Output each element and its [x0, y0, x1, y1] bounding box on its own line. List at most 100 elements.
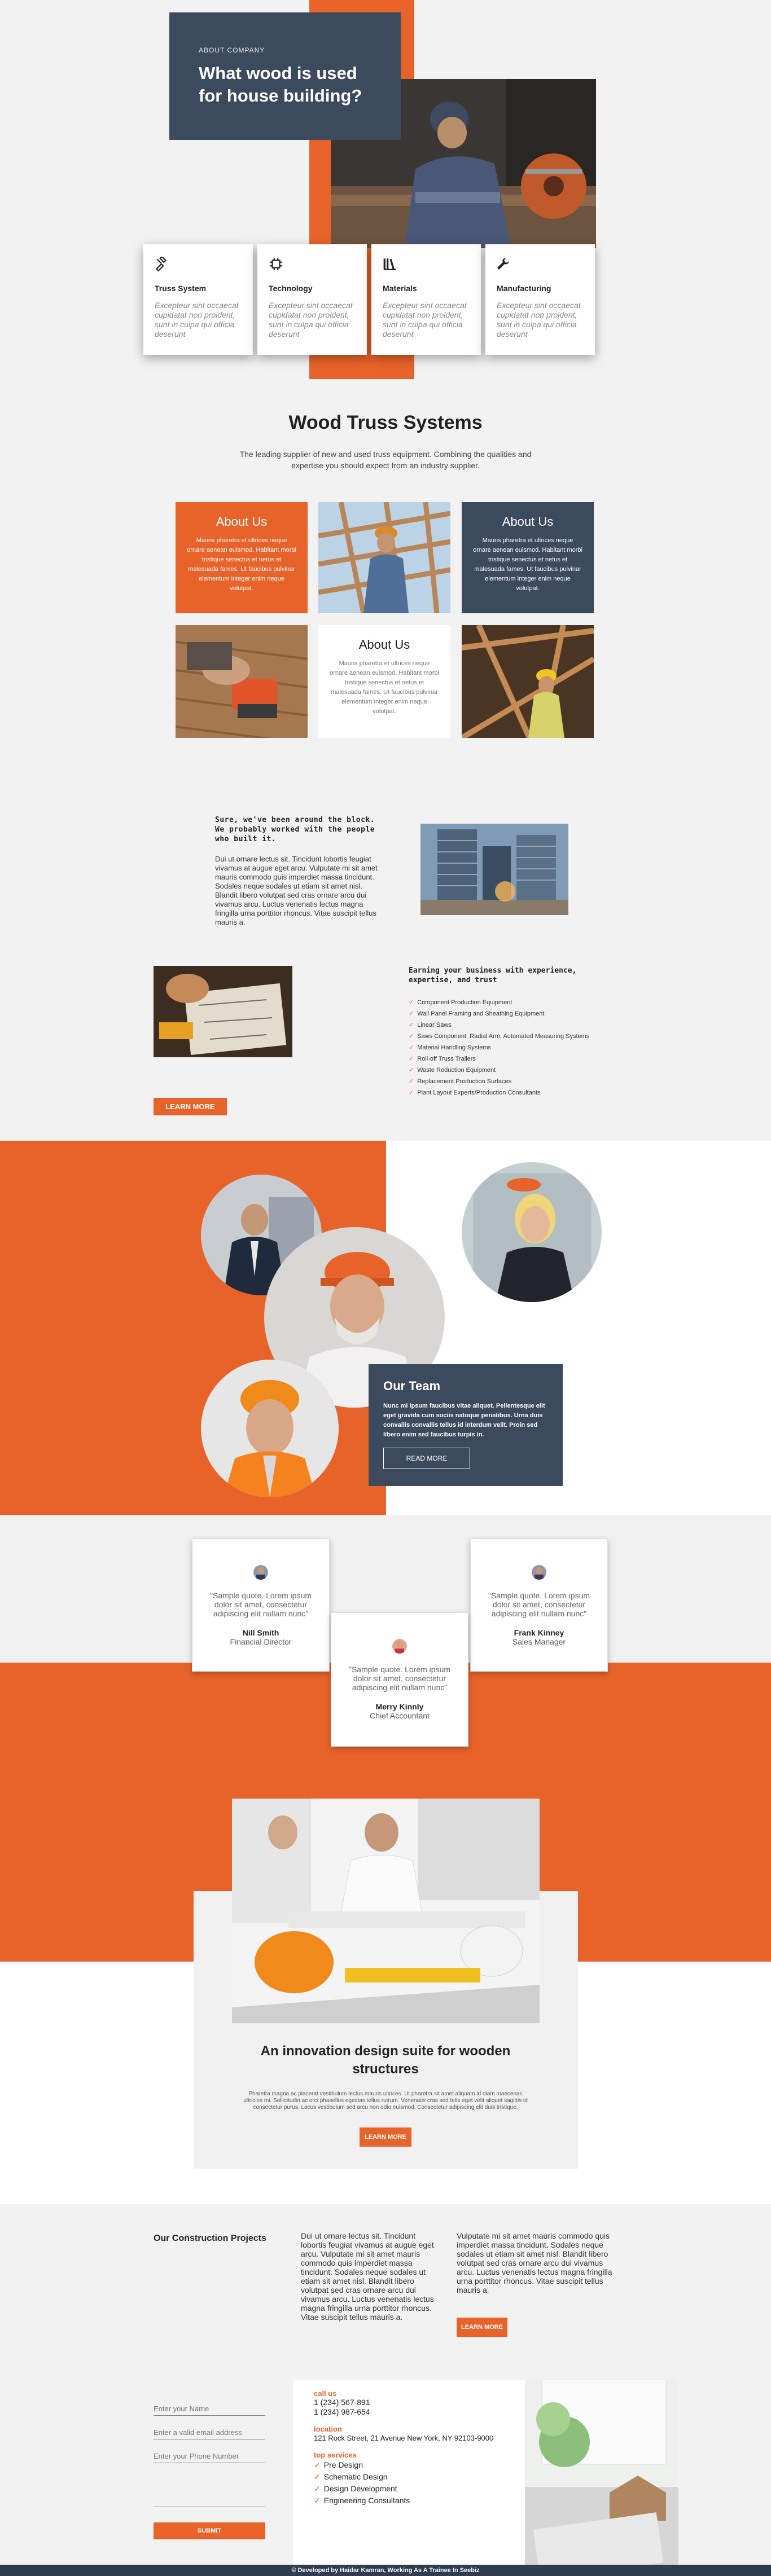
- feature-card-text: Excepteur sint occaecat cupidatat non pr…: [155, 301, 239, 339]
- address: 121 Rock Street, 21 Avenue New York, NY …: [314, 2434, 494, 2442]
- testimonial-quote: "Sample quote. Lorem ipsum dolor sit ame…: [348, 1665, 451, 1692]
- testimonial-name: Merry Kinnly: [375, 1702, 424, 1711]
- about-tile-text: Mauris pharetra et ultrices neque ornare…: [187, 537, 296, 592]
- block-heading: Sure, we've been around the block. We pr…: [215, 816, 375, 843]
- office-photo: [232, 1799, 540, 2023]
- about-tile-heading: About Us: [216, 515, 268, 529]
- roof-worker-photo: [318, 502, 450, 613]
- footer-text: © Developed by Haidar Kamran, Working As…: [291, 2567, 480, 2574]
- check-icon: ✓: [409, 1033, 414, 1040]
- about-tile-text: Mauris pharetra et ultrices neque ornare…: [330, 660, 439, 715]
- learn-more-button[interactable]: LEARN MORE: [154, 1098, 227, 1115]
- truss-title: Wood Truss Systems: [288, 412, 483, 433]
- check-icon: ✓: [409, 1067, 414, 1074]
- equipment-list: ✓ Component Production Equipment ✓ Wall Pa…: [409, 997, 612, 1098]
- feature-card-title: Materials: [383, 284, 417, 293]
- check-icon: ✓: [409, 1056, 414, 1062]
- projects-title: Our Construction Projects: [154, 2234, 267, 2243]
- check-icon: ✓: [409, 1010, 414, 1017]
- call-label: call us: [314, 2389, 337, 2398]
- email-input[interactable]: [154, 2426, 265, 2439]
- list-item: ✓ Engineering Consultants: [314, 2496, 410, 2505]
- about-tile-white: About Us Mauris pharetra et ultrices neq…: [318, 625, 450, 738]
- avatar: [253, 1565, 268, 1580]
- testimonial-quote: "Sample quote. Lorem ipsum dolor sit ame…: [488, 1591, 590, 1618]
- interior-photo: [525, 2380, 678, 2576]
- phone-number: 1 (234) 987-654: [314, 2407, 370, 2416]
- check-icon: ✓: [314, 2484, 321, 2493]
- list-item: ✓ Roll-off Truss Trailers: [409, 1056, 476, 1062]
- truss-worker-photo: [462, 625, 594, 738]
- testimonial-role: Chief Accountant: [370, 1711, 430, 1720]
- our-team-text: Nunc mi ipsum faucibus vitae aliquet. Pe…: [383, 1403, 545, 1438]
- services-list: ✓ Pre Design ✓ Schematic Design ✓ Design De…: [314, 2459, 517, 2507]
- list-item: ✓ Waste Reduction Equipment: [409, 1067, 496, 1074]
- innovation-text: Pharetra magna ac placerat vestibulum le…: [243, 2091, 528, 2111]
- testimonial-card: "Sample quote. Lorem ipsum dolor sit ame…: [192, 1538, 330, 1672]
- learn-more-button[interactable]: LEARN MORE: [360, 2127, 411, 2147]
- list-item: ✓ Saws Component, Radial Arm, Automated M…: [409, 1033, 590, 1040]
- testimonial-role: Financial Director: [230, 1637, 292, 1646]
- books-icon: [383, 257, 397, 271]
- testimonial-quote: "Sample quote. Lorem ipsum dolor sit ame…: [209, 1591, 312, 1618]
- feature-card-technology: Technology Excepteur sint occaecat cupid…: [257, 244, 367, 355]
- message-textarea[interactable]: [154, 2473, 265, 2507]
- testimonial-card: "Sample quote. Lorem ipsum dolor sit ame…: [470, 1538, 608, 1672]
- about-tile-heading: About Us: [358, 638, 410, 652]
- list-item: ✓ Schematic Design: [314, 2472, 388, 2481]
- name-input[interactable]: [154, 2402, 265, 2416]
- avatar: [392, 1639, 407, 1654]
- about-tile-orange: About Us Mauris pharetra et ultrices neq…: [176, 502, 308, 613]
- feature-card-text: Excepteur sint occaecat cupidatat non pr…: [383, 301, 467, 339]
- contact-details: call us 1 (234) 567-891 1 (234) 987-654 …: [314, 2389, 517, 2507]
- feature-card-truss: Truss System Excepteur sint occaecat cup…: [143, 244, 253, 355]
- submit-button[interactable]: SUBMIT: [154, 2522, 265, 2539]
- feature-card-title: Technology: [269, 284, 313, 293]
- check-icon: ✓: [409, 1022, 414, 1028]
- check-icon: ✓: [314, 2472, 321, 2481]
- team-member-photo: [462, 1162, 602, 1302]
- city-photo: [420, 824, 568, 915]
- contact-form: SUBMIT: [154, 2402, 265, 2539]
- services-label: top services: [314, 2451, 357, 2459]
- read-more-button[interactable]: READ MORE: [383, 1448, 470, 1469]
- learn-more-button[interactable]: LEARN MORE: [457, 2318, 507, 2337]
- feature-card-text: Excepteur sint occaecat cupidatat non pr…: [497, 301, 581, 339]
- wrench-icon: [497, 257, 511, 271]
- phone-number: 1 (234) 567-891: [314, 2398, 370, 2407]
- avatar: [532, 1565, 546, 1580]
- about-tile-text: Mauris pharetra et ultrices neque ornare…: [473, 537, 582, 592]
- block-text: Dui ut ornare lectus sit. Tincidunt lobo…: [215, 855, 378, 926]
- feature-card-materials: Materials Excepteur sint occaecat cupida…: [371, 244, 481, 355]
- testimonial-card: "Sample quote. Lorem ipsum dolor sit ame…: [331, 1612, 468, 1747]
- check-icon: ✓: [314, 2496, 321, 2505]
- location-label: location: [314, 2425, 342, 2433]
- list-item: ✓ Wall Panel Framing and Sheathing Equipm…: [409, 1010, 545, 1017]
- earning-heading: Earning your business with experience, e…: [409, 966, 577, 984]
- list-item: ✓ Design Development: [314, 2484, 397, 2493]
- hammer-icon: [155, 256, 169, 272]
- list-item: ✓ Pre Design: [314, 2460, 363, 2469]
- our-team-title: Our Team: [383, 1379, 441, 1393]
- list-item: ✓ Material Handling Systems: [409, 1044, 492, 1051]
- check-icon: ✓: [409, 999, 414, 1006]
- innovation-title: An innovation design suite for wooden st…: [260, 2043, 511, 2077]
- footer: © Developed by Haidar Kamran, Working As…: [0, 2565, 771, 2576]
- team-member-photo: [201, 1360, 339, 1497]
- feature-card-text: Excepteur sint occaecat cupidatat non pr…: [269, 301, 353, 339]
- phone-input[interactable]: [154, 2450, 265, 2463]
- testimonial-role: Sales Manager: [512, 1637, 566, 1646]
- check-icon: ✓: [409, 1078, 414, 1085]
- list-item: ✓ Replacement Production Surfaces: [409, 1078, 512, 1085]
- list-item: ✓ Component Production Equipment: [409, 999, 512, 1006]
- hero-title: What wood is used for house building?: [199, 63, 362, 105]
- projects-text-col2: Vulputate mi sit amet mauris commodo qui…: [457, 2231, 612, 2294]
- hero-title-card: ABOUT COMPANY What wood is used for hous…: [169, 12, 401, 140]
- truss-subtitle: The leading supplier of new and used tru…: [239, 450, 532, 470]
- feature-card-title: Manufacturing: [497, 284, 551, 293]
- blueprint-photo: [154, 966, 292, 1057]
- projects-text-col1: Dui ut ornare lectus sit. Tincidunt lobo…: [301, 2231, 434, 2322]
- check-icon: ✓: [409, 1089, 414, 1096]
- sanding-photo: [176, 625, 308, 738]
- check-icon: ✓: [314, 2460, 321, 2469]
